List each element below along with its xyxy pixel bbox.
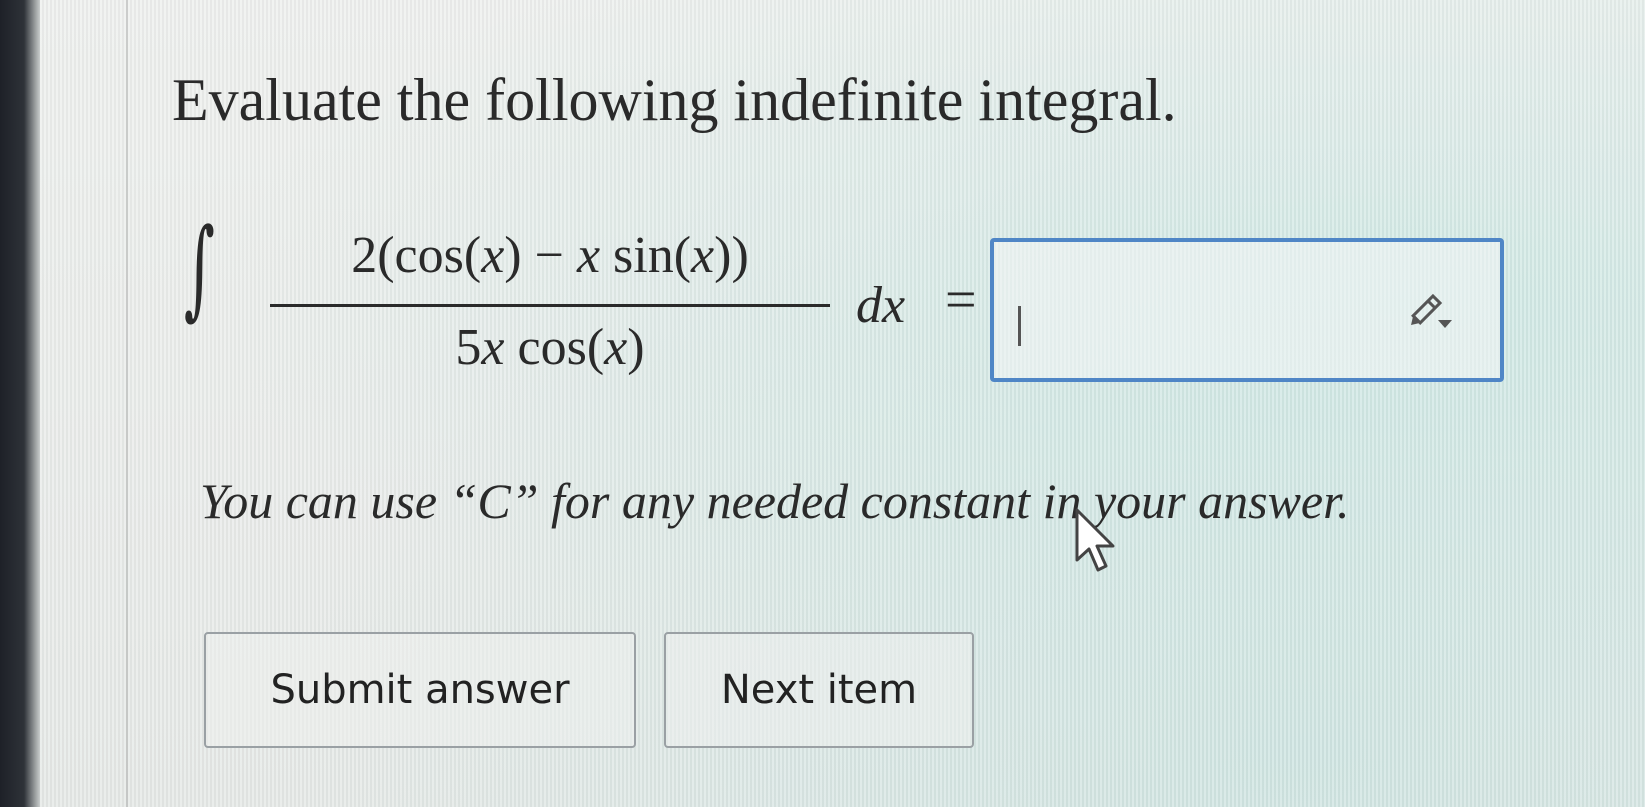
pencil-dropdown-icon[interactable] (1406, 286, 1456, 336)
hint-text: You can use “C” for any needed constant … (200, 473, 1350, 529)
denominator-variable: x (481, 319, 505, 376)
denominator-variable: x (604, 319, 628, 376)
answer-input[interactable] (990, 238, 1504, 382)
submit-answer-button[interactable]: Submit answer (204, 632, 636, 748)
numerator-text: sin( (600, 227, 692, 284)
numerator-text: ) − (504, 227, 577, 284)
differential: dx (856, 277, 906, 334)
denominator-text: 5 (455, 319, 482, 376)
text-caret (1018, 306, 1021, 346)
numerator-variable: x (481, 227, 505, 284)
integral-sign: ∫ (184, 206, 215, 331)
question-heading: Evaluate the following indefinite integr… (172, 67, 1177, 133)
denominator-text: ) (627, 319, 645, 376)
fraction-bar (270, 304, 830, 307)
numerator-variable: x (691, 227, 715, 284)
numerator-text: )) (714, 227, 749, 284)
arrow-cursor-icon (1075, 508, 1115, 572)
numerator-text: 2(cos( (351, 227, 482, 284)
integrand-numerator: 2(cos(x) − x sin(x)) (272, 226, 828, 285)
equals-sign: = (945, 269, 977, 331)
numerator-variable: x (576, 227, 601, 284)
page-left-border (126, 0, 128, 807)
next-item-button[interactable]: Next item (664, 632, 974, 748)
integrand-denominator: 5x cos(x) (272, 318, 828, 377)
monitor-bezel (0, 0, 40, 807)
denominator-text: cos( (504, 319, 605, 376)
